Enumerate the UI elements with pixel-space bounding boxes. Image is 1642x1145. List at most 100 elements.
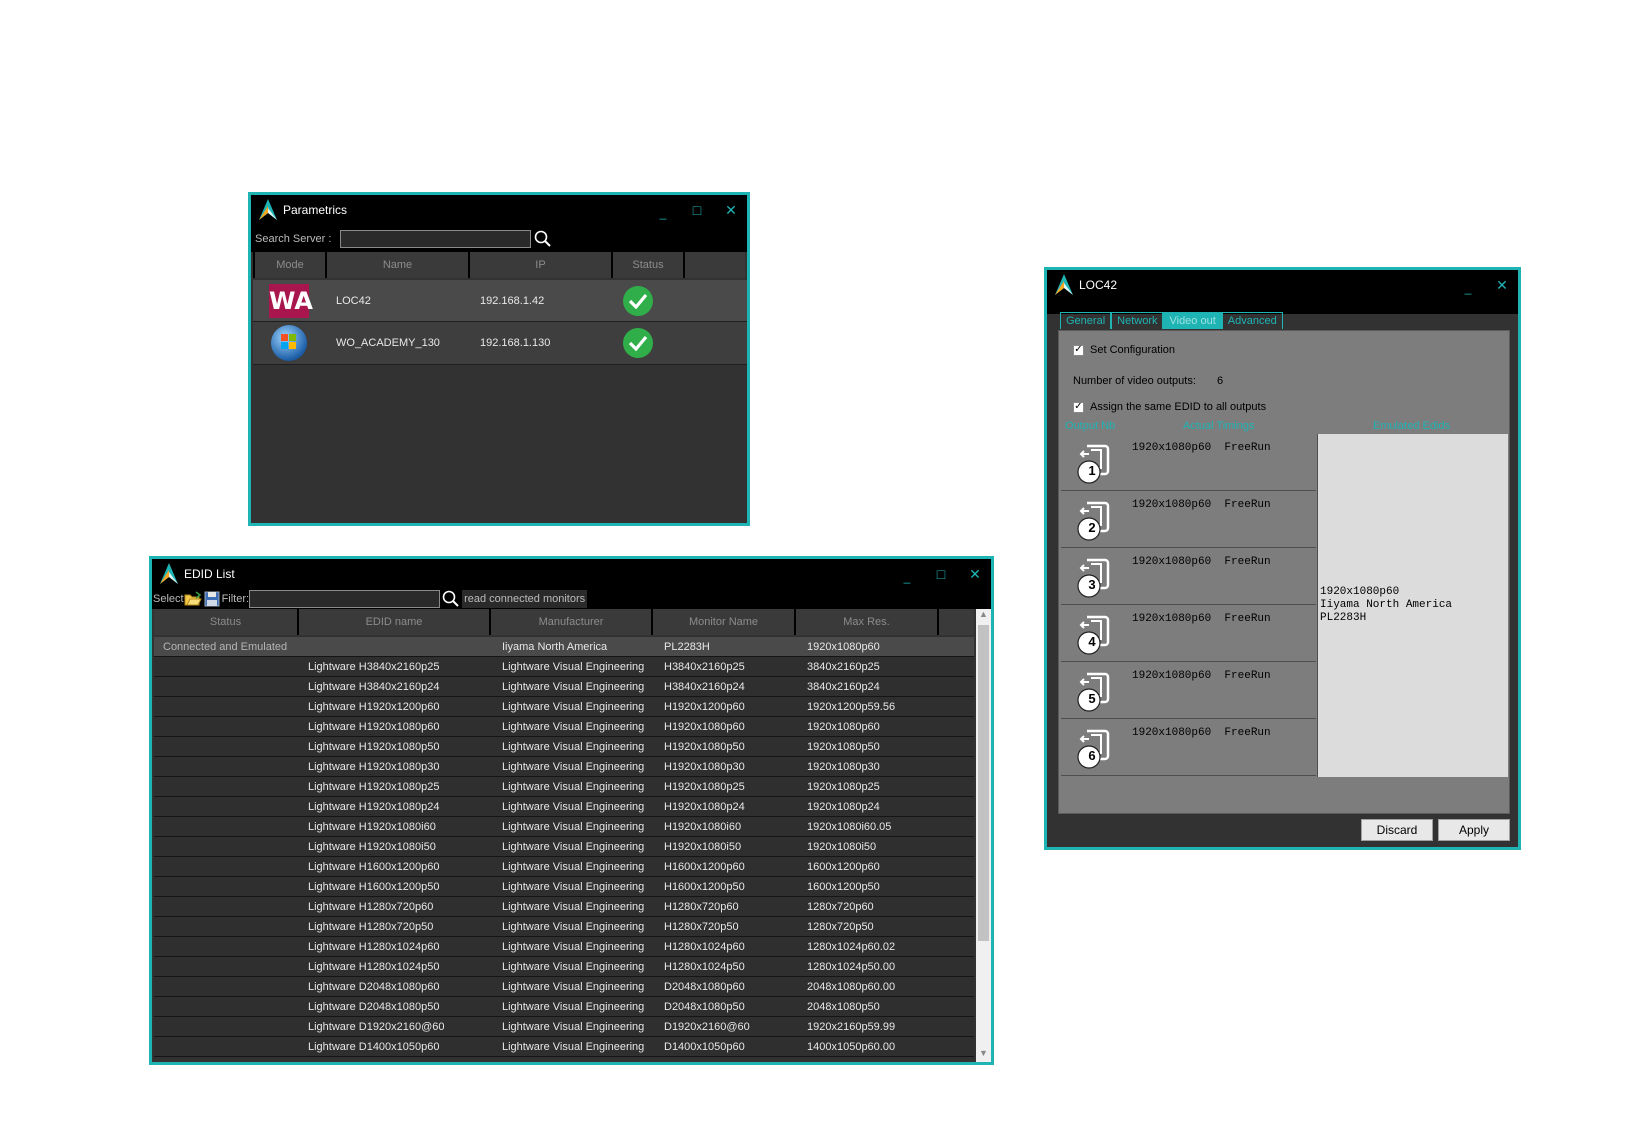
column-header-mode[interactable]: Mode [253,252,325,278]
tab-video-out[interactable]: Video out [1163,312,1222,329]
server-name: LOC42 [336,294,371,307]
column-header-ip[interactable]: IP [468,252,611,278]
edid-row[interactable]: Lightware H1280x1024p60 Lightware Visual … [154,937,974,957]
edid-toolbar: Select Filter: read connected monitors [152,589,991,609]
edid-name: Lightware D2048x1080p50 [308,1000,440,1013]
tab-network[interactable]: Network [1111,312,1164,329]
edid-name: Lightware H1920x1080i60 [308,820,436,833]
output-timing: 1920x1080p60 FreeRun [1132,556,1271,568]
edid-row[interactable]: Lightware H1280x720p50 Lightware Visual E… [154,917,974,937]
edid-row[interactable]: Lightware H1920x1080i60 Lightware Visual … [154,817,974,837]
column-header-extra [937,609,974,635]
close-button[interactable]: ✕ [965,566,985,583]
column-header-status[interactable]: Status [154,609,297,635]
output-timing: 1920x1080p60 FreeRun [1132,442,1271,454]
output-row[interactable]: 6 1920x1080p60 FreeRun [1061,719,1316,776]
tab-general[interactable]: General [1060,312,1112,329]
app-logo-icon [1053,273,1075,297]
discard-button[interactable]: Discard [1361,819,1433,841]
edid-max-res: 3840x2160p24 [807,680,880,693]
set-configuration-checkbox[interactable]: ✓ [1073,344,1084,356]
output-number: 1 [1088,463,1096,478]
vertical-scrollbar[interactable]: ▲ ▼ [976,609,991,1062]
search-server-input[interactable] [340,229,532,248]
edid-row[interactable]: Lightware H1600x1200p50 Lightware Visual … [154,877,974,897]
edid-monitor-name: H1920x1080p24 [664,800,745,813]
edid-max-res: 1920x2160p59.99 [807,1020,896,1033]
output-row[interactable]: 1 1920x1080p60 FreeRun [1061,434,1316,491]
set-configuration-label: Set Configuration [1090,344,1175,356]
minimize-button[interactable]: _ [653,206,673,220]
edid-row[interactable]: Lightware H1920x1080i50 Lightware Visual … [154,837,974,857]
server-row[interactable]: WA LOC42 192.168.1.42 [253,280,747,322]
tab-advanced[interactable]: Advanced [1221,312,1283,329]
column-header-name[interactable]: Name [325,252,468,278]
column-header-edid-name[interactable]: EDID name [297,609,489,635]
column-header-monitor-name[interactable]: Monitor Name [651,609,794,635]
maximize-button[interactable]: □ [687,202,707,218]
edid-name: Lightware H1920x1080p24 [308,800,440,813]
edid-row[interactable]: Lightware H1920x1080p30 Lightware Visual … [154,757,974,777]
scroll-up-icon[interactable]: ▲ [976,609,991,623]
filter-input[interactable] [249,590,441,608]
search-icon[interactable] [534,230,552,248]
assign-same-edid-checkbox[interactable]: ✓ [1073,401,1084,413]
edid-row[interactable]: Lightware H3840x2160p25 Lightware Visual … [154,657,974,677]
minimize-button[interactable]: _ [1458,281,1478,295]
open-folder-icon[interactable] [184,591,202,607]
maximize-button[interactable]: □ [931,566,951,582]
parametrics-titlebar[interactable]: Parametrics _ □ ✕ [251,195,747,225]
edid-row[interactable]: Lightware H3840x2160p24 Lightware Visual … [154,677,974,697]
minimize-button[interactable]: _ [897,570,917,584]
edid-row[interactable]: Lightware D1920x2160@60 Lightware Visual … [154,1017,974,1037]
edid-row[interactable]: Lightware D1400x1050p60 Lightware Visual … [154,1037,974,1057]
edid-row[interactable]: Connected and Emulated Iiyama North Ameri… [154,637,974,657]
edid-row[interactable]: Lightware D2048x1080p50 Lightware Visual … [154,997,974,1017]
emulated-edid-resolution: 1920x1080p60 [1320,586,1400,598]
apply-button[interactable]: Apply [1438,819,1510,841]
loc42-titlebar[interactable]: LOC42 _ ✕ [1047,270,1518,300]
output-row[interactable]: 4 1920x1080p60 FreeRun [1061,605,1316,662]
column-header-manufacturer[interactable]: Manufacturer [489,609,651,635]
scrollbar-thumb[interactable] [978,625,989,941]
edid-max-res: 1920x1080i60.05 [807,820,892,833]
save-icon[interactable] [204,591,220,607]
edid-row[interactable]: Lightware H1600x1200p60 Lightware Visual … [154,857,974,877]
edid-manufacturer: Lightware Visual Engineering [502,900,645,913]
edid-row[interactable]: Lightware H1920x1080p60 Lightware Visual … [154,717,974,737]
close-button[interactable]: ✕ [721,202,741,219]
output-row[interactable]: 3 1920x1080p60 FreeRun [1061,548,1316,605]
output-row[interactable]: 5 1920x1080p60 FreeRun [1061,662,1316,719]
window-title: LOC42 [1079,278,1118,292]
column-header-status[interactable]: Status [611,252,683,278]
edid-row[interactable]: Lightware H1920x1200p60 Lightware Visual … [154,697,974,717]
edid-max-res: 1920x1080p24 [807,800,880,813]
edid-list-titlebar[interactable]: EDID List _ □ ✕ [152,559,991,589]
server-row[interactable]: WO_ACADEMY_130 192.168.1.130 [253,322,747,365]
edid-row[interactable]: Lightware H1920x1080p24 Lightware Visual … [154,797,974,817]
column-header-max-res[interactable]: Max Res. [794,609,937,635]
search-icon[interactable] [442,590,460,608]
edid-name: Lightware D2048x1080p60 [308,980,440,993]
edid-monitor-name: D1400x1050p60 [664,1040,745,1053]
read-connected-monitors-button[interactable]: read connected monitors [462,590,588,608]
edid-monitor-name: H1280x1024p50 [664,960,745,973]
edid-row[interactable]: Lightware H1920x1080p25 Lightware Visual … [154,777,974,797]
wa-logo-icon: WA [269,283,313,318]
col-header-actual-timings: Actual Timings [1183,420,1255,432]
scroll-down-icon[interactable]: ▼ [976,1048,991,1062]
emulated-edid-panel[interactable]: 1920x1080p60 Iiyama North America PL2283… [1317,434,1508,777]
edid-monitor-name: H1600x1200p60 [664,860,745,873]
edid-row[interactable]: Lightware H1280x1024p50 Lightware Visual … [154,957,974,977]
edid-row[interactable]: Lightware H1920x1080p50 Lightware Visual … [154,737,974,757]
search-server-label: Search Server : [255,232,332,245]
check-icon [623,328,653,358]
edid-row[interactable]: Lightware D2048x1080p60 Lightware Visual … [154,977,974,997]
output-number: 2 [1088,520,1096,535]
edid-row[interactable]: Lightware H1280x720p60 Lightware Visual E… [154,897,974,917]
set-configuration-row: ✓ Set Configuration [1073,344,1175,356]
edid-max-res: 1280x720p50 [807,920,874,933]
edid-monitor-name: H3840x2160p24 [664,680,745,693]
output-row[interactable]: 2 1920x1080p60 FreeRun [1061,491,1316,548]
close-button[interactable]: ✕ [1492,277,1512,294]
